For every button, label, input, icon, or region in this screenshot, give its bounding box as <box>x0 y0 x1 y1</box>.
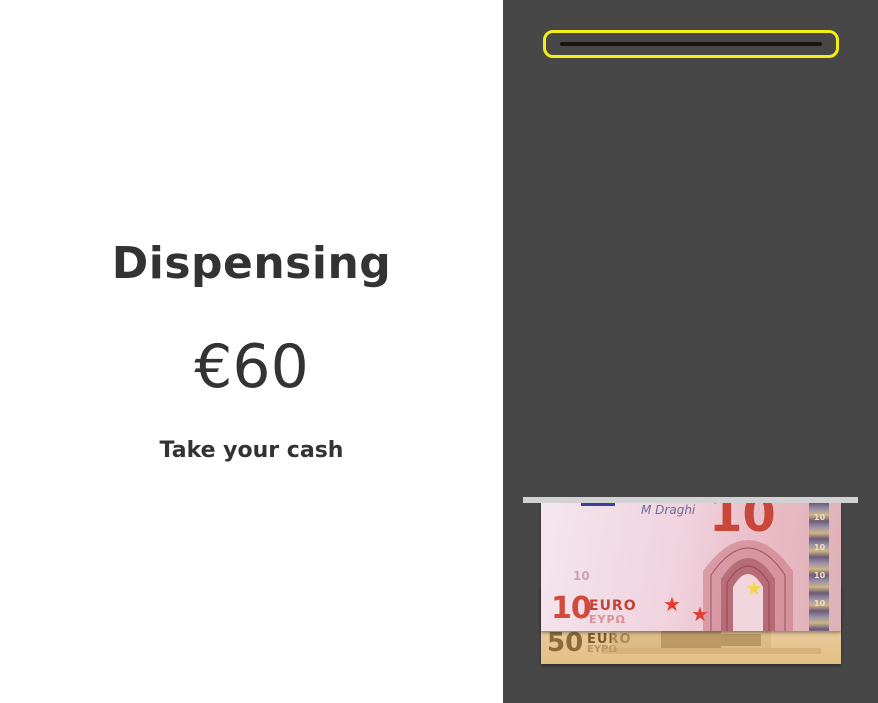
dispense-amount: €60 <box>194 332 309 402</box>
banknote-10[interactable]: 10 M Draghi 10 10 EURO EYPΩ ★ ★ ★ 10 10 … <box>541 503 841 631</box>
hologram-strip: 10 10 10 10 <box>809 503 829 631</box>
instruction-text: Take your cash <box>159 438 344 463</box>
card-slot-icon <box>560 42 822 46</box>
banknote-10-signature: M Draghi <box>641 503 696 517</box>
hologram-mark: 10 <box>814 599 826 608</box>
page-title: Dispensing <box>111 238 392 289</box>
eu-flag-icon <box>581 503 615 506</box>
hologram-mark: 10 <box>814 571 826 580</box>
status-panel: Dispensing €60 Take your cash <box>0 0 503 703</box>
banknote-10-large-value: 10 <box>709 503 776 543</box>
star-icon: ★ <box>745 578 763 600</box>
star-icon: ★ <box>691 604 709 626</box>
cash-dispenser-slot <box>523 497 858 503</box>
hologram-mark: 10 <box>814 543 826 552</box>
banknote-10-currency: EURO <box>589 598 637 614</box>
card-slot[interactable] <box>543 30 839 58</box>
hologram-mark: 10 <box>814 513 826 522</box>
atm-machine: 50 EURO EYPΩ 10 M Drag <box>503 0 878 703</box>
banknote-10-faint-value: 10 <box>573 569 590 583</box>
atm-screen: Dispensing €60 Take your cash 50 EURO EY… <box>0 0 878 703</box>
banknote-10-currency-greek: EYPΩ <box>589 613 626 626</box>
banknote-10-value: 10 <box>551 591 592 626</box>
star-icon: ★ <box>663 594 681 616</box>
